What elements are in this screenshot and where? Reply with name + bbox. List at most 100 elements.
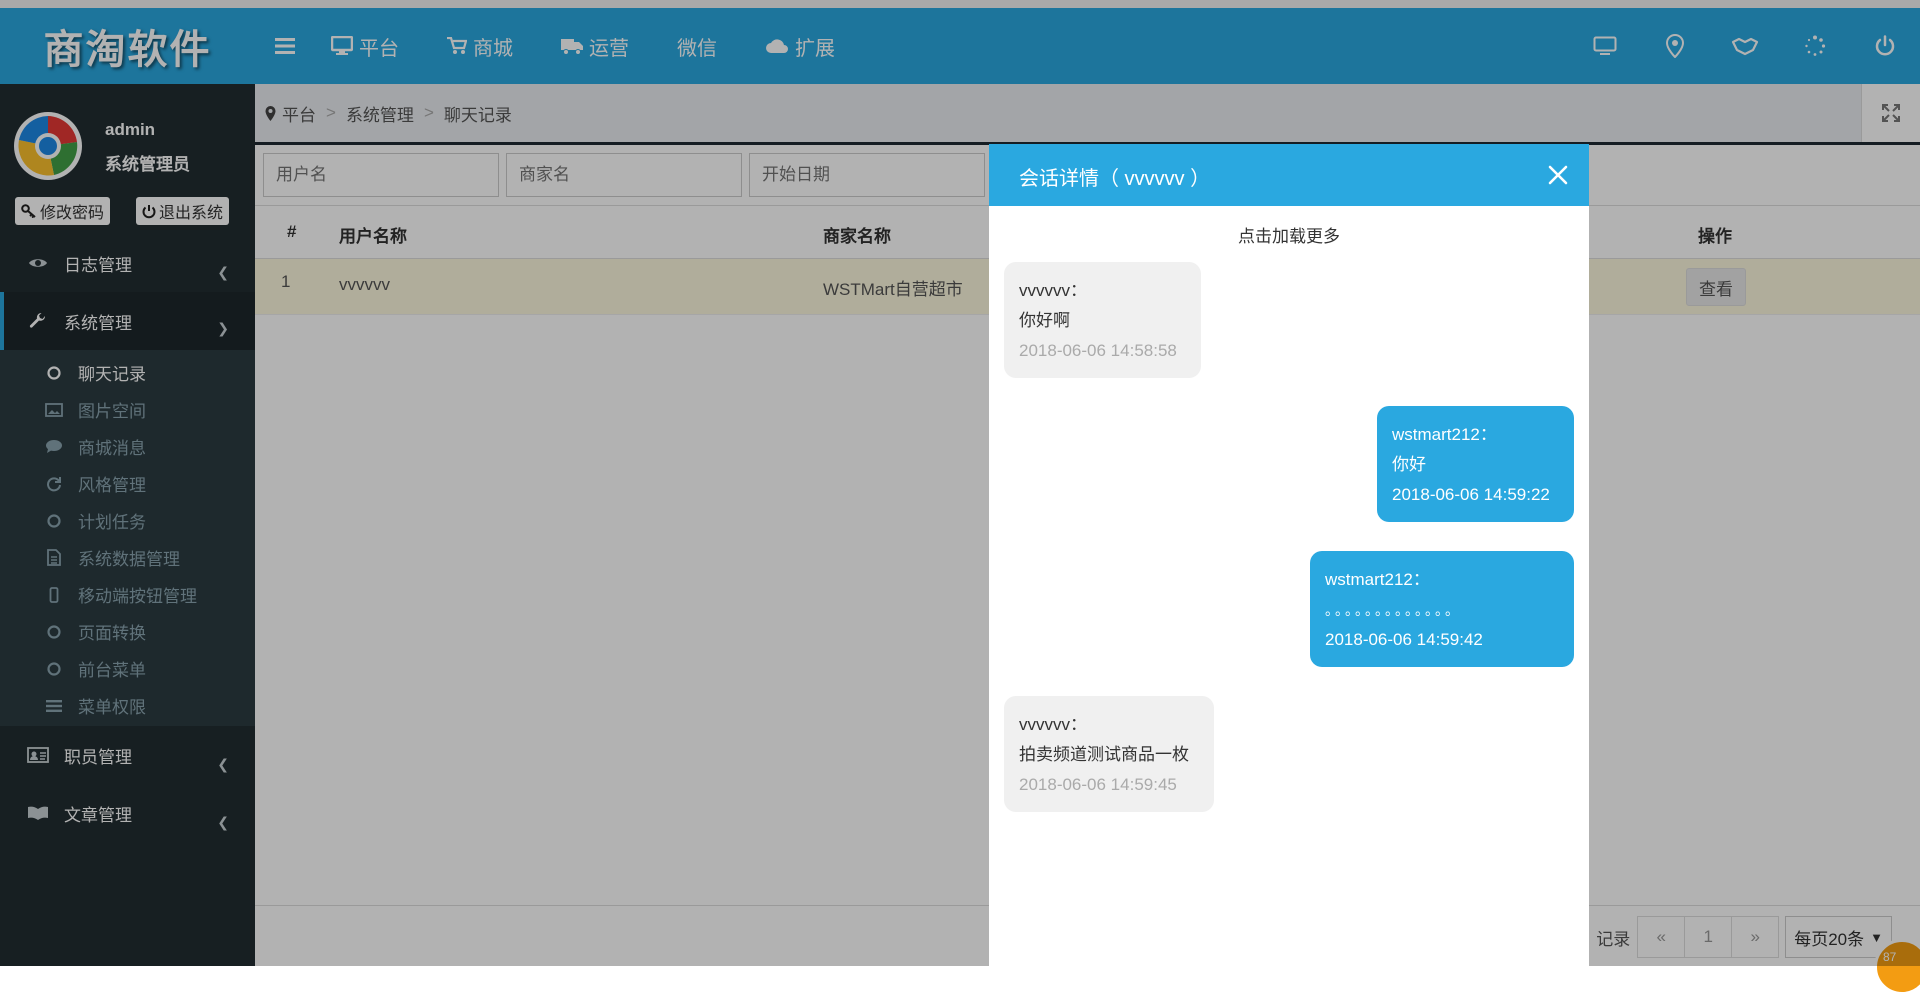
sidebar-item-label: 聊天记录	[78, 365, 146, 384]
menu-article-management[interactable]: 文章管理 ❮	[0, 784, 255, 842]
page-number-button[interactable]: 1	[1684, 916, 1733, 958]
chevron-left-icon: ❮	[217, 814, 229, 830]
desktop-icon	[331, 36, 353, 56]
chevron-left-icon: ❮	[217, 756, 229, 772]
filter-bar	[263, 153, 992, 197]
loading-icon[interactable]	[1780, 35, 1850, 57]
sidebar-item-mobile-buttons[interactable]: 移动端按钮管理	[0, 576, 255, 613]
modal-header: 会话详情（ vvvvvv ）	[989, 144, 1589, 206]
sidebar-item-front-menu[interactable]: 前台菜单	[0, 650, 255, 687]
menu-staff-management-label: 职员管理	[64, 747, 132, 767]
breadcrumb: 平台 > 系统管理 > 聊天记录	[255, 84, 1920, 145]
sidebar-item-system-data[interactable]: 系统数据管理	[0, 539, 255, 576]
column-header-user: 用户名称	[339, 227, 407, 246]
message-text: 。。。。。。。。。。。。。	[1325, 602, 1462, 618]
message-sender: vvvvvv：	[1019, 715, 1087, 734]
cell-shop: WSTMart自营超市	[823, 280, 963, 299]
logout-label: 退出系统	[159, 205, 224, 222]
circle-icon	[44, 365, 64, 380]
circle-icon	[44, 624, 64, 639]
nav-wechat-label: 微信	[677, 37, 717, 60]
sidebar-item-label: 计划任务	[78, 513, 146, 532]
key-icon	[21, 204, 37, 218]
logout-button[interactable]: 退出系统	[136, 197, 230, 225]
nav-platform-label: 平台	[359, 37, 399, 60]
column-header-action: 操作	[1698, 227, 1732, 246]
username-filter-input[interactable]	[263, 153, 499, 197]
menu-toggle-icon[interactable]	[275, 31, 307, 62]
nav-mall[interactable]: 商城	[447, 32, 513, 61]
close-icon[interactable]	[1545, 162, 1571, 188]
page-size-select[interactable]: 每页20条 ▼	[1785, 916, 1892, 958]
sidebar-item-label: 页面转换	[78, 624, 146, 643]
sidebar-item-page-conversion[interactable]: 页面转换	[0, 613, 255, 650]
sidebar-item-chat-records[interactable]: 聊天记录	[0, 354, 255, 391]
mobile-icon	[44, 586, 64, 603]
nav-mall-label: 商城	[473, 37, 513, 60]
app-logo: 商淘软件	[43, 26, 212, 73]
power-icon[interactable]	[1850, 35, 1920, 57]
sidebar: admin 系统管理员 修改密码 退出系统 日志管理 ❮ 系统管理 ❯ 聊天记录…	[0, 84, 255, 966]
sidebar-item-label: 风格管理	[78, 476, 146, 495]
breadcrumb-item-system[interactable]: 系统管理	[346, 101, 414, 126]
message-sender: vvvvvv：	[1019, 281, 1087, 300]
message-bubble: wstmart212： 。。。。。。。。。。。。。 2018-06-06 14:…	[1310, 551, 1574, 667]
cell-index: 1	[281, 272, 291, 291]
message-sender: wstmart212：	[1325, 570, 1430, 589]
sidebar-item-image-space[interactable]: 图片空间	[0, 391, 255, 428]
message-time: 2018-06-06 14:58:58	[1019, 341, 1177, 360]
nav-platform[interactable]: 平台	[331, 32, 399, 61]
top-nav: 平台 商城 运营 微信 扩展	[331, 32, 883, 61]
circle-icon	[44, 661, 64, 676]
monitor-icon[interactable]	[1570, 36, 1640, 56]
menu-article-management-label: 文章管理	[64, 805, 132, 825]
records-label: 记录	[1596, 929, 1631, 949]
truck-icon	[561, 37, 583, 55]
shopname-filter-input[interactable]	[506, 153, 742, 197]
change-password-button[interactable]: 修改密码	[15, 197, 111, 225]
change-password-label: 修改密码	[40, 205, 105, 222]
sidebar-item-label: 图片空间	[78, 402, 146, 421]
map-marker-icon	[265, 105, 276, 121]
notification-badge[interactable]: 87	[1874, 939, 1920, 995]
wrench-icon	[26, 312, 50, 330]
chevron-left-icon: ❮	[217, 264, 229, 280]
menu-log-management[interactable]: 日志管理 ❮	[0, 234, 255, 292]
id-card-icon	[26, 747, 50, 763]
comment-icon	[44, 439, 64, 454]
message-sender: wstmart212：	[1392, 425, 1497, 444]
nav-extension[interactable]: 扩展	[765, 32, 835, 61]
chat-detail-modal: 会话详情（ vvvvvv ） 点击加载更多 vvvvvv： 你好啊 2018-0…	[989, 144, 1589, 966]
sidebar-item-menu-permissions[interactable]: 菜单权限	[0, 687, 255, 724]
pagination: 记录 « 1 » 每页20条 ▼	[1596, 916, 1892, 958]
message-text: 你好啊	[1019, 311, 1070, 330]
fullscreen-icon[interactable]	[1861, 84, 1920, 142]
chevron-down-icon: ❯	[217, 320, 229, 336]
image-icon	[44, 402, 64, 417]
message-bubble: vvvvvv： 拍卖频道测试商品一枚 2018-06-06 14:59:45	[1004, 696, 1214, 812]
view-button[interactable]: 查看	[1686, 268, 1746, 306]
sidebar-item-label: 菜单权限	[78, 698, 146, 717]
handshake-icon[interactable]	[1710, 36, 1780, 56]
next-page-button[interactable]: »	[1731, 916, 1780, 958]
sidebar-item-style-management[interactable]: 风格管理	[0, 465, 255, 502]
breadcrumb-item-platform[interactable]: 平台	[282, 101, 316, 126]
menu-system-management[interactable]: 系统管理 ❯	[0, 292, 255, 350]
sidebar-item-scheduled-tasks[interactable]: 计划任务	[0, 502, 255, 539]
map-pin-icon[interactable]	[1640, 34, 1710, 58]
message-bubble: vvvvvv： 你好啊 2018-06-06 14:58:58	[1004, 262, 1201, 378]
prev-page-button[interactable]: «	[1637, 916, 1686, 958]
user-name: admin	[105, 120, 156, 139]
list-icon	[44, 699, 64, 713]
load-more-link[interactable]: 点击加载更多	[989, 222, 1589, 247]
sidebar-item-label: 前台菜单	[78, 661, 146, 680]
breadcrumb-item-chat: 聊天记录	[443, 105, 512, 125]
menu-staff-management[interactable]: 职员管理 ❮	[0, 726, 255, 784]
start-date-input[interactable]	[749, 153, 985, 197]
header-right-tools	[1570, 8, 1920, 84]
nav-operation[interactable]: 运营	[561, 32, 629, 61]
sidebar-item-mall-messages[interactable]: 商城消息	[0, 428, 255, 465]
file-icon	[44, 549, 64, 566]
nav-wechat[interactable]: 微信	[677, 32, 717, 61]
cell-user: vvvvvv	[339, 275, 390, 294]
